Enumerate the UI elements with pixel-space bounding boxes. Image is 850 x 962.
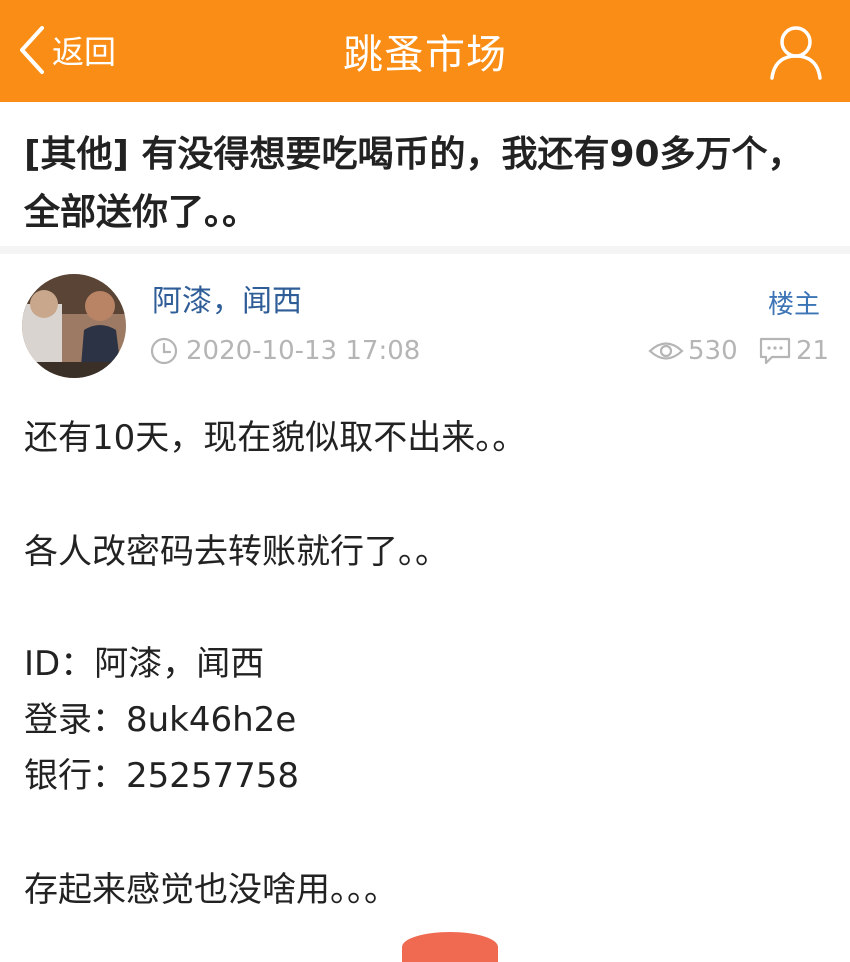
top-navigation-bar: 跳蚤市场 返回 bbox=[0, 0, 850, 102]
post-time: 2020-10-13 17:08 bbox=[150, 336, 420, 366]
comment-icon bbox=[759, 337, 791, 365]
avatar[interactable] bbox=[22, 274, 126, 378]
post-timestamp: 2020-10-13 17:08 bbox=[186, 336, 421, 366]
back-button[interactable]: 返回 bbox=[18, 22, 116, 78]
section-divider bbox=[0, 246, 850, 254]
reply-count-value: 21 bbox=[796, 336, 830, 366]
view-count: 530 bbox=[648, 336, 738, 366]
back-button-label: 返回 bbox=[52, 33, 117, 71]
clock-icon bbox=[150, 337, 178, 365]
post-title: [其他] 有没得想要吃喝币的，我还有90多万个，全部送你了。。 bbox=[24, 134, 804, 233]
floating-action-button[interactable] bbox=[402, 932, 498, 962]
content-line: ID：阿漆，闻西 bbox=[24, 644, 265, 684]
content-line: 登录：8uk46h2e bbox=[24, 700, 297, 740]
author-name-link[interactable]: 阿漆，闻西 bbox=[152, 276, 302, 320]
eye-icon bbox=[648, 342, 684, 360]
user-profile-button[interactable] bbox=[768, 22, 824, 82]
avatar-photo bbox=[22, 274, 126, 378]
page-title: 跳蚤市场 bbox=[343, 32, 507, 78]
view-count-value: 530 bbox=[688, 336, 738, 366]
user-icon bbox=[770, 26, 822, 80]
op-badge: 楼主 bbox=[767, 290, 820, 320]
content-line: 银行：25257758 bbox=[24, 756, 300, 796]
content-line: 各人改密码去转账就行了。。 bbox=[24, 532, 449, 572]
reply-count[interactable]: 21 bbox=[758, 336, 829, 366]
chevron-left-icon bbox=[20, 26, 44, 74]
content-line: 还有10天，现在貌似取不出来。。 bbox=[24, 418, 527, 458]
content-line: 存起来感觉也没啥用。。。 bbox=[24, 870, 398, 910]
